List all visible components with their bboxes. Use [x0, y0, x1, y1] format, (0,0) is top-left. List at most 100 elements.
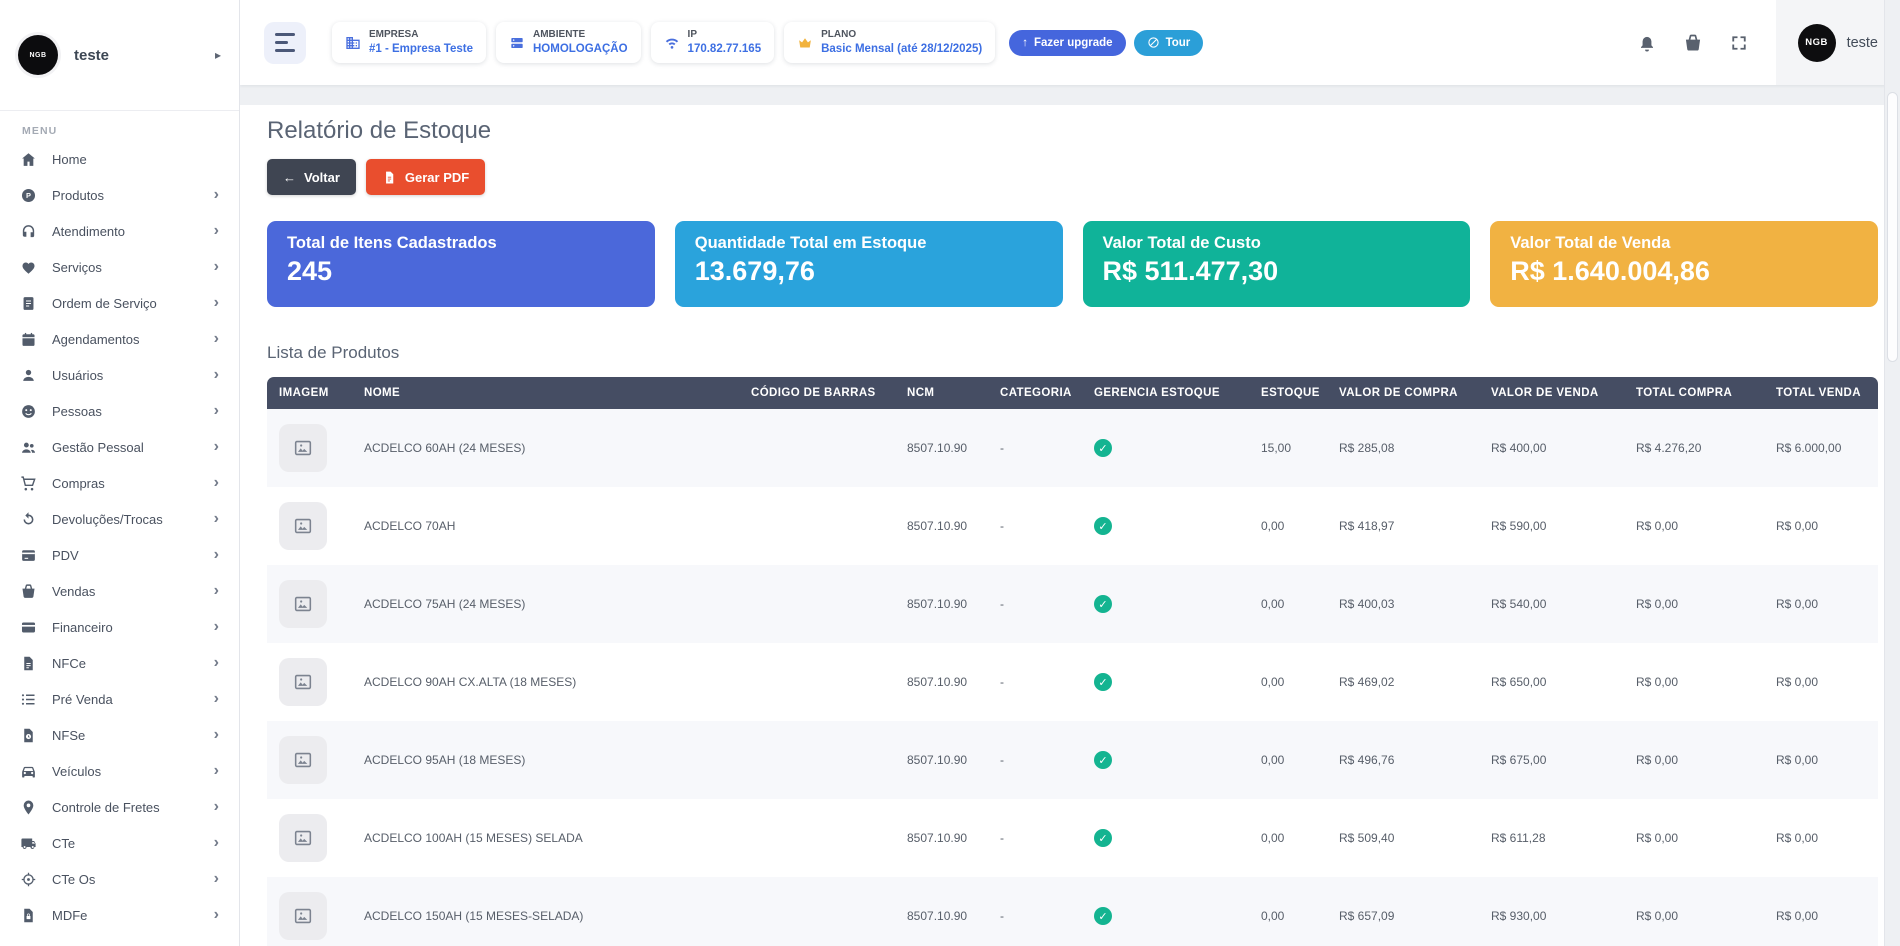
sidebar-user-name: teste — [74, 47, 109, 64]
sidebar-item-agendamentos[interactable]: Agendamentos › — [0, 321, 239, 357]
user-avatar: NGB — [1798, 24, 1836, 62]
cart-button[interactable] — [1683, 33, 1703, 53]
product-total-purchase: R$ 0,00 — [1624, 487, 1764, 565]
chevron-right-icon: › — [214, 547, 219, 563]
company-chip[interactable]: EMPRESA #1 - Empresa Teste — [332, 22, 486, 63]
pessoas-icon — [20, 403, 37, 420]
sidebar-item-cte-os[interactable]: CTe Os › — [0, 861, 239, 897]
chevron-right-icon: ▸ — [215, 48, 221, 62]
summary-cards: Total de Itens Cadastrados 245 Quantidad… — [267, 221, 1878, 307]
company-chip-value: #1 - Empresa Teste — [369, 42, 473, 56]
product-ncm: 8507.10.90 — [895, 721, 988, 799]
avatar-text: NGB — [29, 52, 46, 59]
chevron-right-icon: › — [214, 367, 219, 383]
ordem-servico-icon — [20, 295, 37, 312]
stat-card-label: Quantidade Total em Estoque — [695, 234, 1043, 253]
product-category: - — [988, 409, 1082, 487]
product-ncm: 8507.10.90 — [895, 643, 988, 721]
svg-text:P: P — [26, 191, 31, 200]
stat-card: Total de Itens Cadastrados 245 — [267, 221, 655, 307]
upgrade-button[interactable]: ↑ Fazer upgrade — [1009, 30, 1125, 56]
scrollbar-thumb[interactable] — [1887, 92, 1898, 362]
sidebar-item-label: Vendas — [52, 584, 95, 599]
notifications-button[interactable] — [1637, 33, 1657, 53]
product-ncm: 8507.10.90 — [895, 409, 988, 487]
product-sale-value: R$ 650,00 — [1479, 643, 1624, 721]
sidebar-item-vendas[interactable]: Vendas › — [0, 573, 239, 609]
sidebar-user-panel[interactable]: NGB teste ▸ — [0, 0, 239, 111]
sidebar-item-controle-de-fretes[interactable]: Controle de Fretes › — [0, 789, 239, 825]
product-row[interactable]: ACDELCO 70AH 8507.10.90 - ✓ 0,00 R$ 418,… — [267, 487, 1878, 565]
sidebar-item-nfse[interactable]: NFSe › — [0, 717, 239, 753]
environment-chip-value: HOMOLOGAÇÃO — [533, 42, 628, 56]
chevron-right-icon: › — [214, 871, 219, 887]
tour-button[interactable]: Tour — [1134, 30, 1204, 56]
product-ncm: 8507.10.90 — [895, 487, 988, 565]
product-barcode — [739, 721, 895, 799]
mdfe-icon — [20, 907, 37, 924]
environment-chip[interactable]: AMBIENTE HOMOLOGAÇÃO — [496, 22, 641, 63]
stat-card-value: R$ 1.640.004,86 — [1510, 256, 1858, 287]
sidebar-item-pdv[interactable]: PDV › — [0, 537, 239, 573]
wifi-icon — [664, 35, 680, 51]
user-menu[interactable]: NGB teste — [1776, 0, 1900, 85]
product-ncm: 8507.10.90 — [895, 877, 988, 946]
sidebar-item-cte[interactable]: CTe › — [0, 825, 239, 861]
chevron-right-icon: › — [214, 583, 219, 599]
sidebar-item-pessoas[interactable]: Pessoas › — [0, 393, 239, 429]
sidebar-item-ordem-de-servico[interactable]: Ordem de Serviço › — [0, 285, 239, 321]
product-row[interactable]: ACDELCO 150AH (15 MESES-SELADA) 8507.10.… — [267, 877, 1878, 946]
chevron-right-icon: › — [214, 907, 219, 923]
sidebar-item-label: Usuários — [52, 368, 103, 383]
sidebar-item-servicos[interactable]: Serviços › — [0, 249, 239, 285]
product-total-sale: R$ 0,00 — [1764, 721, 1878, 799]
sidebar-item-label: Pessoas — [52, 404, 102, 419]
product-purchase-value: R$ 509,40 — [1327, 799, 1479, 877]
arrow-left-icon: ← — [283, 170, 296, 185]
sidebar-item-compras[interactable]: Compras › — [0, 465, 239, 501]
sidebar-item-veiculos[interactable]: Veículos › — [0, 753, 239, 789]
sidebar-toggle-button[interactable] — [264, 22, 306, 64]
product-row[interactable]: ACDELCO 95AH (18 MESES) 8507.10.90 - ✓ 0… — [267, 721, 1878, 799]
fullscreen-button[interactable] — [1729, 33, 1749, 53]
product-category: - — [988, 721, 1082, 799]
stock-managed-check-icon: ✓ — [1094, 595, 1112, 613]
scrollbar-track[interactable] — [1884, 0, 1900, 946]
product-total-sale: R$ 0,00 — [1764, 643, 1878, 721]
product-row[interactable]: ACDELCO 75AH (24 MESES) 8507.10.90 - ✓ 0… — [267, 565, 1878, 643]
column-header-valor-de-venda: VALOR DE VENDA — [1479, 377, 1624, 409]
product-image-placeholder — [279, 580, 327, 628]
image-icon — [292, 515, 314, 537]
product-name: ACDELCO 100AH (15 MESES) SELADA — [352, 799, 739, 877]
plan-chip[interactable]: PLANO Basic Mensal (até 28/12/2025) — [784, 22, 995, 63]
image-icon — [292, 749, 314, 771]
sidebar-item-home[interactable]: Home — [0, 141, 239, 177]
product-purchase-value: R$ 496,76 — [1327, 721, 1479, 799]
plan-chip-value: Basic Mensal (até 28/12/2025) — [821, 42, 982, 56]
sidebar-item-usuarios[interactable]: Usuários › — [0, 357, 239, 393]
sidebar-item-financeiro[interactable]: Financeiro › — [0, 609, 239, 645]
product-purchase-value: R$ 285,08 — [1327, 409, 1479, 487]
sidebar-item-gestao-pessoal[interactable]: Gestão Pessoal › — [0, 429, 239, 465]
back-button-label: Voltar — [304, 170, 340, 185]
chevron-right-icon: › — [214, 799, 219, 815]
sidebar-item-label: Serviços — [52, 260, 102, 275]
ip-chip[interactable]: IP 170.82.77.165 — [651, 22, 775, 63]
product-row[interactable]: ACDELCO 90AH CX.ALTA (18 MESES) 8507.10.… — [267, 643, 1878, 721]
generate-pdf-button[interactable]: Gerar PDF — [366, 159, 485, 195]
sidebar-item-atendimento[interactable]: Atendimento › — [0, 213, 239, 249]
chevron-right-icon: › — [214, 187, 219, 203]
sidebar-item-mdfe[interactable]: MDFe › — [0, 897, 239, 933]
sidebar-item-nfce[interactable]: NFCe › — [0, 645, 239, 681]
product-purchase-value: R$ 657,09 — [1327, 877, 1479, 946]
sidebar-item-devolucoes-trocas[interactable]: Devoluções/Trocas › — [0, 501, 239, 537]
crown-icon — [797, 35, 813, 51]
product-row[interactable]: ACDELCO 100AH (15 MESES) SELADA 8507.10.… — [267, 799, 1878, 877]
sidebar-item-pre-venda[interactable]: Pré Venda › — [0, 681, 239, 717]
environment-chip-label: AMBIENTE — [533, 29, 628, 42]
product-stock: 15,00 — [1249, 409, 1327, 487]
sidebar-item-label: NFSe — [52, 728, 85, 743]
product-row[interactable]: ACDELCO 60AH (24 MESES) 8507.10.90 - ✓ 1… — [267, 409, 1878, 487]
back-button[interactable]: ← Voltar — [267, 159, 356, 195]
sidebar-item-produtos[interactable]: P Produtos › — [0, 177, 239, 213]
